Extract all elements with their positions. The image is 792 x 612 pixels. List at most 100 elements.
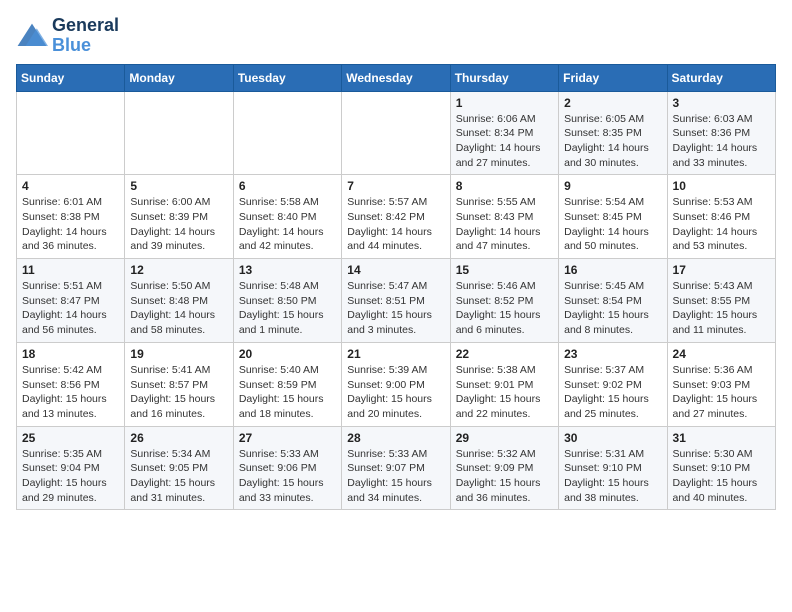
day-info: Sunrise: 5:50 AMSunset: 8:48 PMDaylight:… <box>130 279 227 338</box>
calendar-cell: 15 Sunrise: 5:46 AMSunset: 8:52 PMDayligh… <box>450 259 558 343</box>
day-info: Sunrise: 5:54 AMSunset: 8:45 PMDaylight:… <box>564 195 661 254</box>
calendar-cell: 12 Sunrise: 5:50 AMSunset: 8:48 PMDayligh… <box>125 259 233 343</box>
day-number: 7 <box>347 179 444 193</box>
day-number: 22 <box>456 347 553 361</box>
weekday-header: Saturday <box>667 64 775 91</box>
day-number: 10 <box>673 179 770 193</box>
calendar-cell: 14 Sunrise: 5:47 AMSunset: 8:51 PMDayligh… <box>342 259 450 343</box>
day-number: 23 <box>564 347 661 361</box>
day-info: Sunrise: 6:01 AMSunset: 8:38 PMDaylight:… <box>22 195 119 254</box>
day-info: Sunrise: 5:51 AMSunset: 8:47 PMDaylight:… <box>22 279 119 338</box>
day-info: Sunrise: 5:33 AMSunset: 9:07 PMDaylight:… <box>347 447 444 506</box>
calendar-cell: 27Sunrise: 5:33 AMSunset: 9:06 PMDayligh… <box>233 426 341 510</box>
day-info: Sunrise: 5:45 AMSunset: 8:54 PMDaylight:… <box>564 279 661 338</box>
calendar-cell: 1 Sunrise: 6:06 AMSunset: 8:34 PMDaylight… <box>450 91 558 175</box>
calendar-cell: 29 Sunrise: 5:32 AMSunset: 9:09 PMDayligh… <box>450 426 558 510</box>
page-header: General Blue <box>16 16 776 56</box>
day-number: 21 <box>347 347 444 361</box>
calendar-cell: 13 Sunrise: 5:48 AMSunset: 8:50 PMDayligh… <box>233 259 341 343</box>
weekday-header: Sunday <box>17 64 125 91</box>
day-number: 12 <box>130 263 227 277</box>
calendar-cell: 26 Sunrise: 5:34 AMSunset: 9:05 PMDayligh… <box>125 426 233 510</box>
calendar-cell: 8Sunrise: 5:55 AMSunset: 8:43 PMDaylight… <box>450 175 558 259</box>
calendar-cell: 19 Sunrise: 5:41 AMSunset: 8:57 PMDayligh… <box>125 342 233 426</box>
day-number: 20 <box>239 347 336 361</box>
day-info: Sunrise: 5:41 AMSunset: 8:57 PMDaylight:… <box>130 363 227 422</box>
day-number: 29 <box>456 431 553 445</box>
day-number: 13 <box>239 263 336 277</box>
day-info: Sunrise: 5:53 AMSunset: 8:46 PMDaylight:… <box>673 195 770 254</box>
calendar-cell: 5 Sunrise: 6:00 AMSunset: 8:39 PMDaylight… <box>125 175 233 259</box>
day-number: 14 <box>347 263 444 277</box>
calendar-cell: 17 Sunrise: 5:43 AMSunset: 8:55 PMDayligh… <box>667 259 775 343</box>
day-info: Sunrise: 5:42 AMSunset: 8:56 PMDaylight:… <box>22 363 119 422</box>
day-info: Sunrise: 5:39 AMSunset: 9:00 PMDaylight:… <box>347 363 444 422</box>
calendar-cell <box>233 91 341 175</box>
day-info: Sunrise: 5:47 AMSunset: 8:51 PMDaylight:… <box>347 279 444 338</box>
day-info: Sunrise: 5:35 AMSunset: 9:04 PMDaylight:… <box>22 447 119 506</box>
day-number: 28 <box>347 431 444 445</box>
day-number: 2 <box>564 96 661 110</box>
day-info: Sunrise: 6:05 AMSunset: 8:35 PMDaylight:… <box>564 112 661 171</box>
weekday-header: Wednesday <box>342 64 450 91</box>
calendar-table: SundayMondayTuesdayWednesdayThursdayFrid… <box>16 64 776 511</box>
day-number: 9 <box>564 179 661 193</box>
day-number: 11 <box>22 263 119 277</box>
calendar-cell <box>17 91 125 175</box>
calendar-cell: 9 Sunrise: 5:54 AMSunset: 8:45 PMDaylight… <box>559 175 667 259</box>
calendar-cell: 30Sunrise: 5:31 AMSunset: 9:10 PMDayligh… <box>559 426 667 510</box>
day-number: 26 <box>130 431 227 445</box>
day-number: 1 <box>456 96 553 110</box>
day-number: 31 <box>673 431 770 445</box>
day-info: Sunrise: 5:34 AMSunset: 9:05 PMDaylight:… <box>130 447 227 506</box>
calendar-cell: 4 Sunrise: 6:01 AMSunset: 8:38 PMDaylight… <box>17 175 125 259</box>
day-number: 17 <box>673 263 770 277</box>
day-info: Sunrise: 5:38 AMSunset: 9:01 PMDaylight:… <box>456 363 553 422</box>
weekday-header: Friday <box>559 64 667 91</box>
day-info: Sunrise: 5:36 AMSunset: 9:03 PMDaylight:… <box>673 363 770 422</box>
day-info: Sunrise: 6:00 AMSunset: 8:39 PMDaylight:… <box>130 195 227 254</box>
day-number: 25 <box>22 431 119 445</box>
day-number: 5 <box>130 179 227 193</box>
day-number: 4 <box>22 179 119 193</box>
day-info: Sunrise: 5:40 AMSunset: 8:59 PMDaylight:… <box>239 363 336 422</box>
day-number: 19 <box>130 347 227 361</box>
day-info: Sunrise: 5:33 AMSunset: 9:06 PMDaylight:… <box>239 447 336 506</box>
calendar-cell <box>342 91 450 175</box>
day-number: 15 <box>456 263 553 277</box>
day-info: Sunrise: 5:55 AMSunset: 8:43 PMDaylight:… <box>456 195 553 254</box>
calendar-cell: 31 Sunrise: 5:30 AMSunset: 9:10 PMDayligh… <box>667 426 775 510</box>
day-number: 16 <box>564 263 661 277</box>
calendar-cell: 20 Sunrise: 5:40 AMSunset: 8:59 PMDayligh… <box>233 342 341 426</box>
day-number: 18 <box>22 347 119 361</box>
calendar-cell: 7 Sunrise: 5:57 AMSunset: 8:42 PMDaylight… <box>342 175 450 259</box>
calendar-cell: 23Sunrise: 5:37 AMSunset: 9:02 PMDayligh… <box>559 342 667 426</box>
logo: General Blue <box>16 16 119 56</box>
day-info: Sunrise: 5:57 AMSunset: 8:42 PMDaylight:… <box>347 195 444 254</box>
day-info: Sunrise: 5:46 AMSunset: 8:52 PMDaylight:… <box>456 279 553 338</box>
calendar-cell: 18 Sunrise: 5:42 AMSunset: 8:56 PMDayligh… <box>17 342 125 426</box>
day-info: Sunrise: 5:32 AMSunset: 9:09 PMDaylight:… <box>456 447 553 506</box>
day-info: Sunrise: 5:58 AMSunset: 8:40 PMDaylight:… <box>239 195 336 254</box>
calendar-cell: 11 Sunrise: 5:51 AMSunset: 8:47 PMDayligh… <box>17 259 125 343</box>
calendar-cell: 16 Sunrise: 5:45 AMSunset: 8:54 PMDayligh… <box>559 259 667 343</box>
calendar-cell: 6 Sunrise: 5:58 AMSunset: 8:40 PMDaylight… <box>233 175 341 259</box>
weekday-header: Monday <box>125 64 233 91</box>
calendar-cell: 10 Sunrise: 5:53 AMSunset: 8:46 PMDayligh… <box>667 175 775 259</box>
calendar-cell: 28 Sunrise: 5:33 AMSunset: 9:07 PMDayligh… <box>342 426 450 510</box>
day-number: 30 <box>564 431 661 445</box>
calendar-cell: 2 Sunrise: 6:05 AMSunset: 8:35 PMDaylight… <box>559 91 667 175</box>
day-info: Sunrise: 6:06 AMSunset: 8:34 PMDaylight:… <box>456 112 553 171</box>
weekday-header: Tuesday <box>233 64 341 91</box>
weekday-header: Thursday <box>450 64 558 91</box>
day-info: Sunrise: 5:30 AMSunset: 9:10 PMDaylight:… <box>673 447 770 506</box>
day-info: Sunrise: 5:43 AMSunset: 8:55 PMDaylight:… <box>673 279 770 338</box>
calendar-cell: 24 Sunrise: 5:36 AMSunset: 9:03 PMDayligh… <box>667 342 775 426</box>
calendar-cell: 3Sunrise: 6:03 AMSunset: 8:36 PMDaylight… <box>667 91 775 175</box>
calendar-cell: 22 Sunrise: 5:38 AMSunset: 9:01 PMDayligh… <box>450 342 558 426</box>
day-number: 24 <box>673 347 770 361</box>
day-info: Sunrise: 5:48 AMSunset: 8:50 PMDaylight:… <box>239 279 336 338</box>
day-info: Sunrise: 6:03 AMSunset: 8:36 PMDaylight:… <box>673 112 770 171</box>
day-number: 6 <box>239 179 336 193</box>
logo-icon <box>16 22 48 50</box>
